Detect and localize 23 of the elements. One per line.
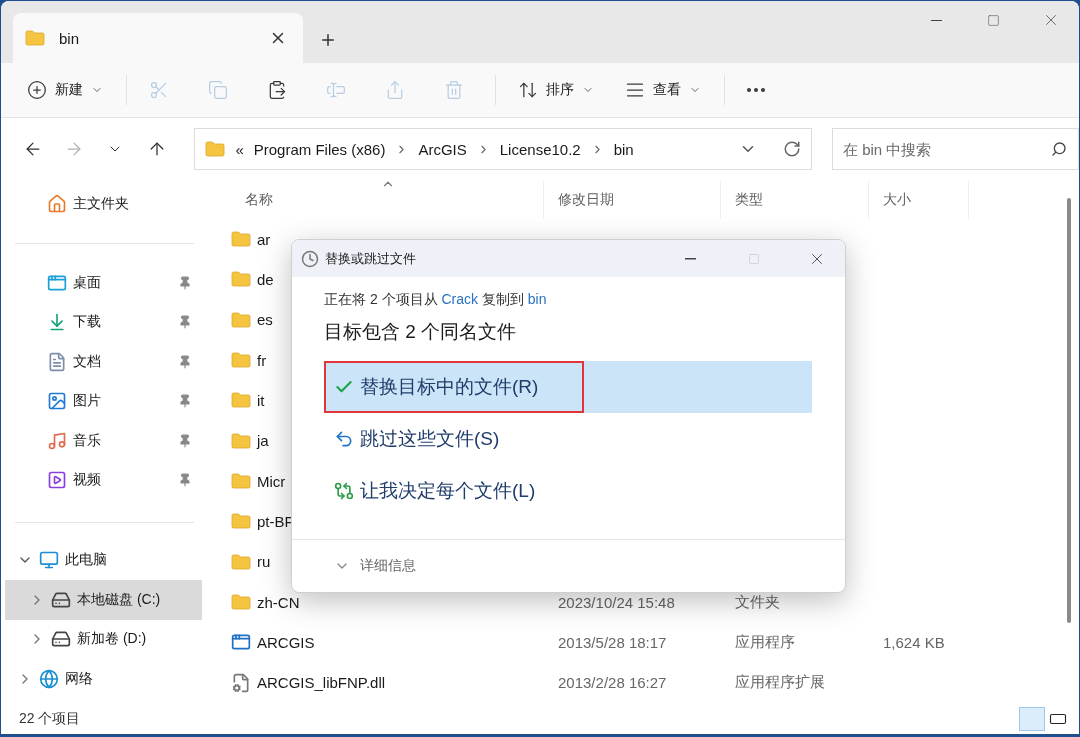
file-name: ARCGIS_libFNP.dll [257,674,386,692]
item-count: 22 个项目 [19,709,82,728]
type-cell-text: 应用程序 [734,632,796,652]
file-name: de [257,271,274,288]
copy-message: 正在将 2 个项目从 Crack 复制到 bin [324,291,548,309]
file-name: zh-CN [257,593,300,611]
date-cell-text: 2023/10/24 15:48 [557,593,676,611]
file-name: es [257,311,273,329]
file-name: ru [257,553,271,571]
file-name: ja [257,432,269,450]
date-cell-text: 2013/5/28 18:17 [557,633,668,651]
size-cell-text: 1,624 KB [882,633,946,651]
file-name: fr [257,351,267,369]
file-name: ar [257,230,271,248]
file-name: ARCGIS [257,633,315,651]
date-cell-text: 2013/2/28 16:27 [557,674,668,692]
dialog-heading: 目标包含 2 个同名文件 [324,320,518,344]
file-name: it [257,391,265,409]
file-name: pt-BF [257,512,294,530]
type-cell-text: 文件夹 [734,592,781,612]
type-cell-text: 应用程序扩展 [734,673,826,693]
file-name: Micr [257,472,286,490]
dialog-title: 替换或跳过文件 [325,249,417,268]
